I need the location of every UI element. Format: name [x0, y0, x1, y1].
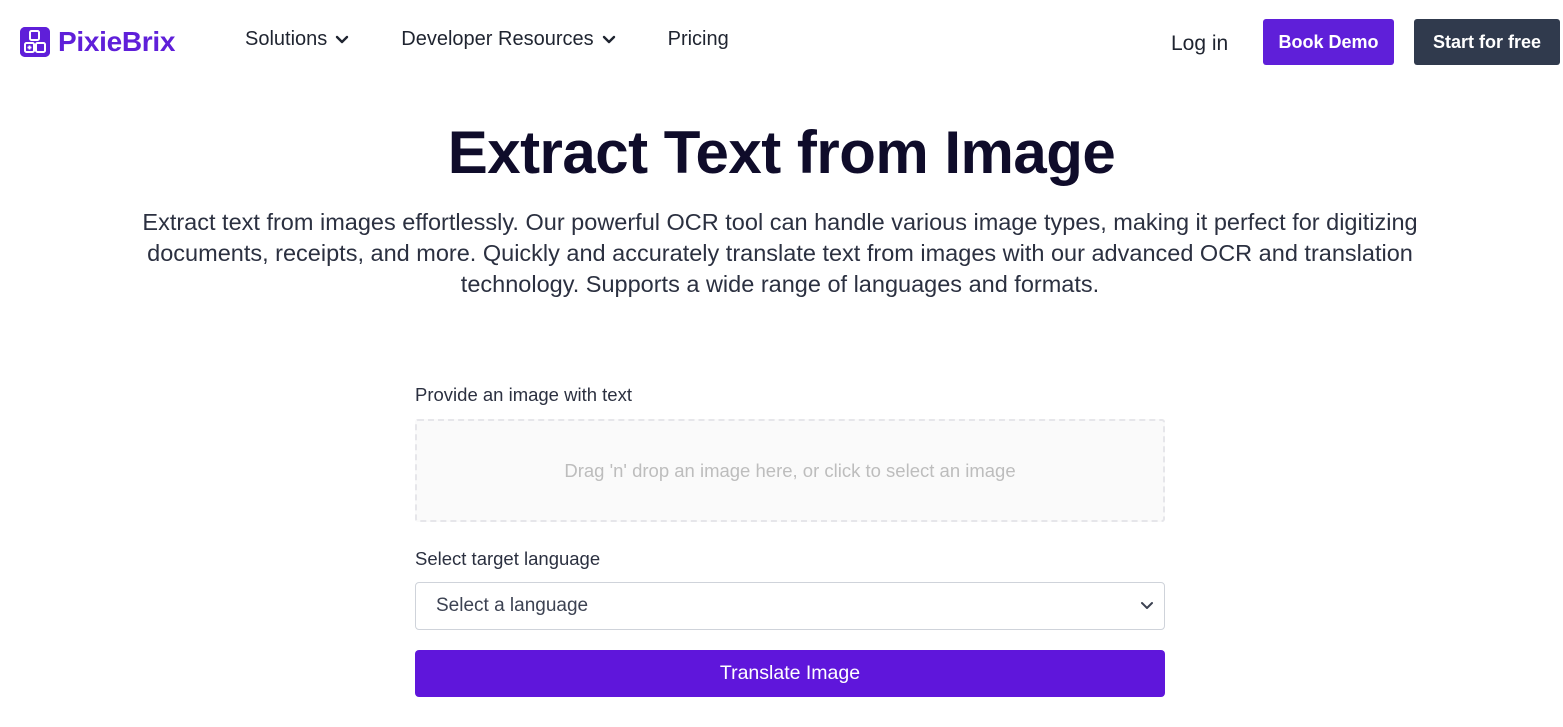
nav-item-pricing[interactable]: Pricing	[668, 28, 729, 51]
main-nav: Solutions Developer Resources Pricing	[245, 28, 729, 51]
nav-item-label: Solutions	[245, 28, 328, 50]
page-description: Extract text from images effortlessly. O…	[142, 209, 1418, 297]
dropzone-hint: Drag 'n' drop an image here, or click to…	[564, 459, 1016, 481]
logo[interactable]: PixieBrix	[20, 26, 175, 58]
login-link[interactable]: Log in	[1171, 32, 1228, 56]
language-select-value: Select a language	[436, 595, 589, 616]
logo-text: PixieBrix	[58, 26, 176, 57]
nav-item-label: Pricing	[667, 28, 729, 50]
pixiebrix-logo-icon	[20, 27, 50, 57]
page-title: Extract Text from Image	[447, 119, 1116, 186]
language-select[interactable]: Select a language	[415, 582, 1165, 630]
nav-item-solutions[interactable]: Solutions	[245, 28, 349, 51]
start-for-free-button[interactable]: Start for free	[1414, 19, 1560, 65]
translate-image-button[interactable]: Translate Image	[415, 650, 1165, 697]
translate-form: Provide an image with text Drag 'n' drop…	[415, 384, 1165, 697]
nav-item-label: Developer Resources	[401, 28, 594, 50]
book-demo-button[interactable]: Book Demo	[1263, 19, 1394, 65]
nav-item-developer-resources[interactable]: Developer Resources	[401, 28, 615, 51]
chevron-down-icon	[602, 35, 615, 43]
site-header: PixieBrix Solutions Developer Resources …	[0, 0, 1563, 86]
chevron-down-icon	[336, 35, 349, 43]
image-input-label: Provide an image with text	[415, 384, 632, 405]
language-select-label: Select target language	[415, 548, 601, 569]
image-dropzone[interactable]: Drag 'n' drop an image here, or click to…	[415, 419, 1165, 522]
chevron-down-icon	[1141, 602, 1153, 609]
